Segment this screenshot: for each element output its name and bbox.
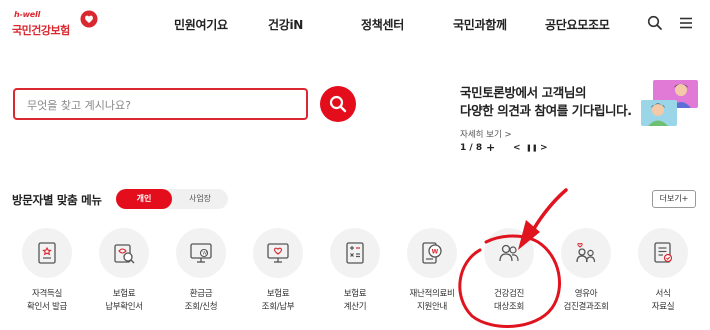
pager-pause-button[interactable]: ❚❚	[526, 144, 538, 152]
nav-item-policy[interactable]: 정책센터	[361, 16, 404, 33]
tab-business[interactable]: 사업장	[172, 189, 228, 209]
svg-text:W: W	[202, 251, 207, 257]
menu-tile-calculator[interactable]: 보험료 계산기	[322, 228, 388, 324]
tile-label-line1: 자격득실	[31, 289, 63, 299]
search-icon	[329, 95, 347, 113]
tile-icon-circle	[561, 228, 611, 278]
people-search-icon	[499, 244, 519, 262]
tile-label-line1: 보험료	[266, 289, 290, 299]
payment-monitor-icon	[267, 243, 289, 263]
audience-toggle: 개인 사업장	[116, 189, 228, 209]
nav-item-civil[interactable]: 민원여기요	[174, 16, 228, 33]
menu-tile-infant-checkup[interactable]: 영유아 검진결과조회	[553, 228, 619, 324]
menu-tile-certificate[interactable]: 자격득실 확인서 발급	[14, 228, 80, 324]
tile-label-line2: 자료실	[651, 302, 675, 312]
menu-tile-payment-confirm[interactable]: 보험료 납부확인서	[91, 228, 157, 324]
notice-line-1: 국민토론방에서 고객님의	[460, 85, 587, 100]
tile-label-line2: 조회/납부	[261, 302, 295, 312]
tile-icon-circle: W	[176, 228, 226, 278]
search-icon[interactable]	[647, 15, 663, 31]
pager-plus-button[interactable]: +	[486, 141, 495, 154]
tile-label-line2: 검진결과조회	[563, 302, 609, 312]
tile-label-line2: 납부확인서	[105, 302, 143, 312]
tile-label-line1: 환급금	[189, 289, 213, 299]
pager-prev-button[interactable]: <	[513, 143, 521, 153]
data-doc-icon	[654, 242, 673, 263]
menu-section-title: 방문자별 맞춤 메뉴	[12, 193, 102, 207]
certificate-icon	[38, 242, 56, 264]
menu-tile-premium-pay[interactable]: 보험료 조회/납부	[245, 228, 311, 324]
tile-label: 서식 자료실	[620, 288, 706, 314]
search-box	[13, 88, 308, 120]
tile-label: 환급금 조회/신청	[158, 288, 244, 314]
tile-label-line2: 확인서 발급	[26, 302, 67, 312]
refund-monitor-icon: W	[190, 243, 212, 263]
tile-label: 영유아 검진결과조회	[543, 288, 629, 314]
tile-label-line2: 조회/신청	[184, 302, 218, 312]
nav-item-together[interactable]: 국민과함께	[453, 16, 507, 33]
notice-more-link[interactable]: 자세히 보기 >	[460, 128, 512, 140]
notice-banner: 국민토론방에서 고객님의 다양한 의견과 참여를 기다립니다.	[460, 84, 650, 120]
nav-item-health-in[interactable]: 건강iN	[268, 16, 303, 33]
menu-tile-catastrophic-medical[interactable]: W 재난적의료비 지원안내	[399, 228, 465, 324]
tile-label-line1: 영유아	[574, 289, 598, 299]
tab-personal[interactable]: 개인	[116, 189, 172, 209]
tile-label-line2: 지원안내	[416, 302, 448, 312]
nav-item-about[interactable]: 공단요모조모	[545, 16, 610, 33]
pager-next-button[interactable]: >	[540, 143, 548, 153]
tile-label-line1: 보험료	[343, 289, 367, 299]
calculator-icon	[346, 242, 364, 264]
tile-icon-circle	[99, 228, 149, 278]
menu-tile-health-checkup[interactable]: 건강검진 대상조회	[476, 228, 542, 324]
tile-icon-circle	[638, 228, 688, 278]
tile-label-line1: 보험료	[112, 289, 136, 299]
tile-label: 보험료 납부확인서	[81, 288, 167, 314]
medical-cost-icon: W	[422, 242, 442, 264]
infant-people-icon	[576, 242, 596, 263]
tile-icon-circle	[22, 228, 72, 278]
tile-icon-circle	[484, 228, 534, 278]
tile-label: 보험료 조회/납부	[235, 288, 321, 314]
search-button[interactable]	[320, 86, 356, 122]
tile-icon-circle	[330, 228, 380, 278]
svg-text:W: W	[432, 248, 439, 255]
notice-line-2: 다양한 의견과 참여를 기다립니다.	[460, 103, 632, 118]
menu-tile-refund[interactable]: W 환급금 조회/신청	[168, 228, 234, 324]
tile-label-line2: 대상조회	[493, 302, 525, 312]
hamburger-menu-icon[interactable]	[678, 15, 694, 31]
more-button[interactable]: 더보기+	[652, 190, 696, 208]
payment-check-icon	[114, 244, 135, 264]
pager-count: 1 / 8	[460, 143, 483, 153]
tile-label: 보험료 계산기	[312, 288, 398, 314]
tile-label-line2: 계산기	[343, 302, 367, 312]
main-nav: 민원여기요 건강iN 정책센터 국민과함께 공단요모조모	[0, 16, 710, 34]
tile-icon-circle: W	[407, 228, 457, 278]
tile-label: 재난적의료비 지원안내	[389, 288, 475, 314]
tile-icon-circle	[253, 228, 303, 278]
tile-label: 자격득실 확인서 발급	[4, 288, 90, 314]
search-input[interactable]	[27, 96, 297, 114]
tile-label-line1: 재난적의료비	[409, 289, 455, 299]
menu-tile-forms[interactable]: 서식 자료실	[630, 228, 696, 324]
discussion-illustration	[641, 80, 698, 126]
tile-label: 건강검진 대상조회	[466, 288, 552, 314]
tile-label-line1: 건강검진	[493, 289, 525, 299]
tile-label-line1: 서식	[655, 289, 671, 299]
